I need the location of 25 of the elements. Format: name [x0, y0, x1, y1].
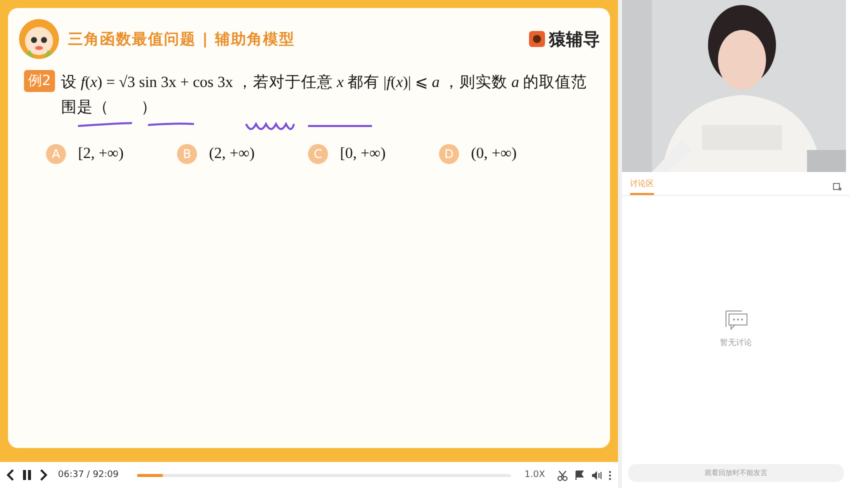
logo-icon — [529, 31, 545, 47]
example-badge: 例2 — [24, 70, 55, 92]
previous-icon[interactable] — [6, 469, 16, 481]
playback-time: 06:37 / 92:09 — [58, 470, 119, 480]
pause-icon[interactable] — [22, 469, 32, 481]
next-icon[interactable] — [38, 469, 48, 481]
option-letter: A — [46, 144, 66, 164]
option-letter: B — [177, 144, 197, 164]
option-letter: D — [439, 144, 459, 164]
scissors-icon[interactable] — [557, 470, 568, 480]
empty-message: 暂无讨论 — [720, 336, 752, 348]
option-text: [2, +∞) — [78, 145, 124, 163]
more-icon[interactable] — [608, 470, 612, 480]
option-text: (2, +∞) — [209, 145, 255, 163]
volume-icon[interactable] — [591, 470, 602, 480]
option-text: (0, +∞) — [471, 145, 517, 163]
mascot-icon — [18, 18, 60, 60]
question-text: 设 f(x) = √3 sin 3x + cos 3x ，若对于任意 x 都有 |f(x)| ⩽ a ，则实数 a 的取值范围是（ ） — [60, 74, 587, 116]
speed-button[interactable]: 1.0X — [524, 470, 545, 480]
option-letter: C — [308, 144, 328, 164]
chat-icon — [724, 308, 748, 330]
slide-title: 三角函数最值问题 | 辅助角模型 — [68, 30, 296, 48]
flag-icon[interactable] — [574, 470, 585, 480]
brand-name: 猿辅导 — [549, 28, 600, 50]
option-text: [0, +∞) — [340, 145, 386, 163]
